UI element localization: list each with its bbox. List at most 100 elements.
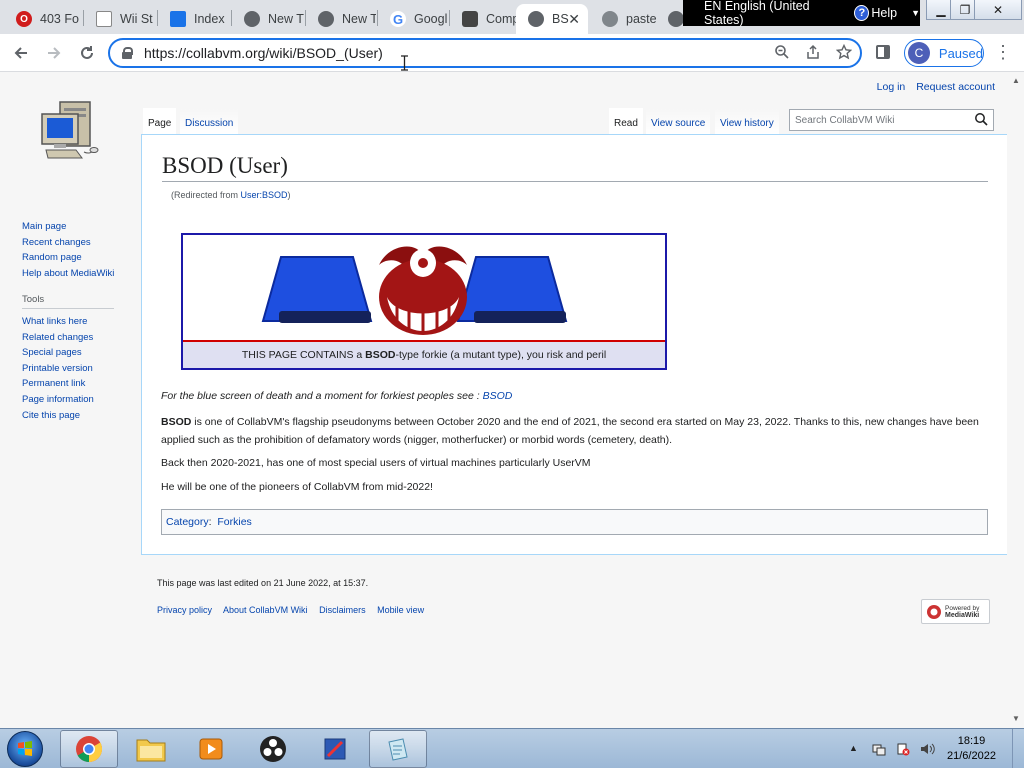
clock-date: 21/6/2022 [947, 750, 996, 762]
wiki-logo[interactable] [38, 98, 104, 168]
windows-logo-icon [18, 741, 32, 756]
forward-button[interactable] [41, 40, 67, 66]
browser-toolbar: https://collabvm.org/wiki/BSOD_(User) C … [0, 34, 1024, 72]
taskbar-screen-app[interactable] [306, 730, 364, 768]
tab-view-history[interactable]: View history [715, 108, 779, 134]
browser-tab[interactable]: New T [306, 4, 376, 34]
footer-mobile-view[interactable]: Mobile view [377, 605, 424, 615]
nav-main-page[interactable]: Main page [22, 219, 114, 235]
browser-tab[interactable]: Comp [450, 4, 516, 34]
address-bar[interactable]: https://collabvm.org/wiki/BSOD_(User) [108, 38, 862, 68]
show-hidden-icons[interactable]: ▲ [849, 743, 858, 753]
opera-icon: O [16, 11, 32, 27]
redirect-notice: (Redirected from User:BSOD) [171, 190, 291, 200]
computer-icon [462, 11, 478, 27]
tool-permanent-link[interactable]: Permanent link [22, 376, 114, 392]
footer-disclaimers[interactable]: Disclaimers [319, 605, 366, 615]
banner-illustration [261, 246, 568, 335]
search-icon[interactable] [974, 112, 988, 126]
mediawiki-flower-icon [927, 604, 941, 619]
back-button[interactable] [8, 40, 34, 66]
paragraph: BSOD is one of CollabVM's flagship pseud… [161, 416, 979, 446]
category-label-link[interactable]: Category [166, 516, 209, 528]
paragraph: He will be one of the pioneers of Collab… [161, 481, 433, 493]
share-icon[interactable] [805, 44, 821, 64]
category-forkies-link[interactable]: Forkies [217, 516, 251, 528]
taskbar-chrome[interactable] [60, 730, 118, 768]
tab-discussion[interactable]: Discussion [180, 108, 239, 134]
close-tab-icon[interactable]: ✕ [568, 11, 580, 28]
browser-tab-active[interactable]: BS ✕ [516, 4, 588, 34]
obs-icon [260, 736, 286, 762]
tool-page-information[interactable]: Page information [22, 392, 114, 408]
tool-special-pages[interactable]: Special pages [22, 345, 114, 361]
taskbar-explorer[interactable] [122, 730, 180, 768]
help-label[interactable]: Help [871, 6, 897, 20]
arrow-right-icon [48, 47, 61, 59]
hatnote-link[interactable]: BSOD [483, 390, 513, 402]
reload-button[interactable] [74, 40, 100, 66]
tool-printable-version[interactable]: Printable version [22, 361, 114, 377]
media-player-icon [199, 738, 223, 760]
browser-tab[interactable]: pastel [590, 4, 656, 34]
star-icon[interactable] [835, 43, 853, 64]
tab-view-source[interactable]: View source [646, 108, 711, 134]
tools-heading: Tools [22, 294, 114, 309]
language-bar[interactable]: EN English (United States) ? Help ▼ [683, 0, 920, 27]
last-edited: This page was last edited on 21 June 202… [157, 578, 369, 588]
taskbar-clock[interactable]: 18:19 21/6/2022 [947, 734, 996, 764]
taskbar-media-player[interactable] [182, 730, 240, 768]
scroll-up-icon[interactable]: ▲ [1012, 76, 1020, 85]
login-link[interactable]: Log in [877, 81, 906, 93]
page-title: BSOD (User) [162, 153, 988, 182]
nav-help[interactable]: Help about MediaWiki [22, 266, 114, 282]
text-cursor-icon [401, 55, 408, 71]
chevron-down-icon[interactable]: ▼ [911, 8, 920, 18]
network-icon[interactable] [872, 742, 886, 756]
vertical-scrollbar[interactable]: ▲ ▼ [1007, 72, 1024, 728]
browser-tab[interactable]: Wii St [84, 4, 156, 34]
nav-random-page[interactable]: Random page [22, 250, 114, 266]
start-button[interactable] [7, 731, 43, 767]
language-indicator[interactable]: EN English (United States) [704, 0, 842, 27]
powered-by-mediawiki[interactable]: Powered by MediaWiki [921, 599, 990, 624]
tool-what-links-here[interactable]: What links here [22, 314, 114, 330]
scroll-down-icon[interactable]: ▼ [1012, 714, 1020, 723]
side-panel-icon[interactable] [876, 45, 890, 59]
show-desktop-button[interactable] [1012, 729, 1024, 768]
profile-button[interactable]: C Paused [904, 39, 984, 67]
tab-read[interactable]: Read [609, 108, 643, 134]
tool-related-changes[interactable]: Related changes [22, 330, 114, 346]
chrome-icon [76, 736, 103, 763]
taskbar-notepad[interactable] [369, 730, 427, 768]
folder-icon [136, 739, 166, 762]
browser-tab[interactable] [660, 4, 684, 34]
help-icon[interactable]: ? [854, 5, 870, 21]
browser-tab[interactable]: New T [232, 4, 304, 34]
clock-time: 18:19 [957, 735, 986, 747]
volume-icon[interactable] [920, 742, 936, 756]
request-account-link[interactable]: Request account [916, 81, 995, 93]
profile-status: Paused [938, 45, 983, 61]
footer-about[interactable]: About CollabVM Wiki [223, 605, 308, 615]
action-center-icon[interactable] [896, 742, 910, 756]
taskbar-obs[interactable] [244, 730, 302, 768]
browser-tab[interactable]: O 403 Fo [4, 4, 82, 34]
reload-icon [81, 46, 93, 59]
kebab-menu-icon[interactable]: ⋮ [994, 42, 1012, 63]
footer-privacy-policy[interactable]: Privacy policy [157, 605, 212, 615]
banner-caption: THIS PAGE CONTAINS a BSOD -type forkie (a… [183, 342, 665, 368]
tab-page[interactable]: Page [143, 108, 177, 134]
search-input[interactable]: Search CollabVM Wiki [789, 109, 994, 131]
new-tab-icon [318, 11, 334, 27]
close-window-button[interactable]: ✕ [974, 0, 1022, 20]
browser-tab[interactable]: G Googl [378, 4, 448, 34]
avatar: C [908, 42, 930, 64]
lock-icon[interactable] [122, 47, 133, 59]
nav-recent-changes[interactable]: Recent changes [22, 235, 114, 251]
browser-tab[interactable]: Index [158, 4, 230, 34]
redirect-source-link[interactable]: User:BSOD [241, 190, 288, 200]
url-text[interactable]: https://collabvm.org/wiki/BSOD_(User) [144, 45, 383, 61]
tool-cite-this-page[interactable]: Cite this page [22, 408, 114, 424]
zoom-icon[interactable] [774, 44, 790, 64]
